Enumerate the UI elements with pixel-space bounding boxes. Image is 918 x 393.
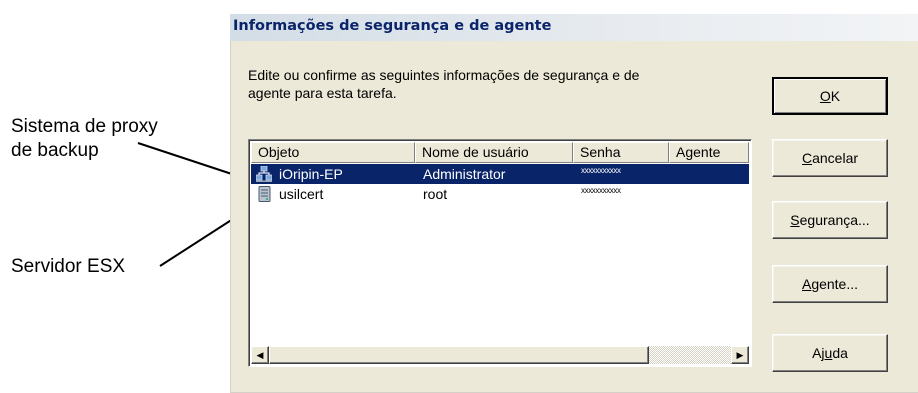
column-header-object[interactable]: Objeto	[251, 142, 415, 163]
row-username: Administrator	[423, 166, 506, 182]
cancel-button[interactable]: Cancelar	[772, 139, 888, 177]
dialog-titlebar[interactable]: Informações de segurança e de agente	[230, 14, 918, 41]
list-row-proxy[interactable]: iOripin-EP Administrator xxxxxxxxxxx	[251, 164, 749, 184]
column-header-agent[interactable]: Agente	[669, 142, 749, 163]
description-line2: agente para esta tarefa.	[248, 85, 397, 101]
security-agent-dialog: Informações de segurança e de agente Edi…	[230, 14, 918, 393]
esx-server-icon	[258, 186, 271, 202]
security-list-view[interactable]: Objeto Nome de usuário Senha Agente iOri…	[248, 139, 752, 367]
dialog-description: Edite ou confirme as seguintes informaçõ…	[248, 66, 758, 102]
column-header-username[interactable]: Nome de usuário	[415, 142, 573, 163]
row-password: xxxxxxxxxxx	[581, 166, 621, 175]
arrow-right-icon[interactable]: ▶	[731, 346, 749, 364]
list-row-esx[interactable]: usilcert root xxxxxxxxxxx	[251, 184, 749, 204]
row-username: root	[423, 186, 448, 202]
column-header-password[interactable]: Senha	[573, 142, 669, 163]
dialog-title: Informações de segurança e de agente	[233, 18, 552, 34]
agent-button[interactable]: Agente...	[772, 265, 888, 303]
security-button[interactable]: Segurança...	[772, 201, 888, 239]
server-network-icon	[256, 166, 272, 182]
scrollbar-track[interactable]	[269, 346, 731, 364]
ok-button[interactable]: OK	[772, 77, 888, 115]
scrollbar-thumb[interactable]	[269, 346, 649, 364]
description-line1: Edite ou confirme as seguintes informaçõ…	[248, 67, 640, 83]
row-object: iOripin-EP	[279, 166, 343, 182]
help-button[interactable]: Ajuda	[772, 334, 888, 372]
row-password: xxxxxxxxxxx	[581, 186, 621, 195]
horizontal-scrollbar[interactable]: ◀ ▶	[251, 346, 749, 364]
arrow-left-icon[interactable]: ◀	[251, 346, 269, 364]
row-object: usilcert	[279, 186, 324, 202]
